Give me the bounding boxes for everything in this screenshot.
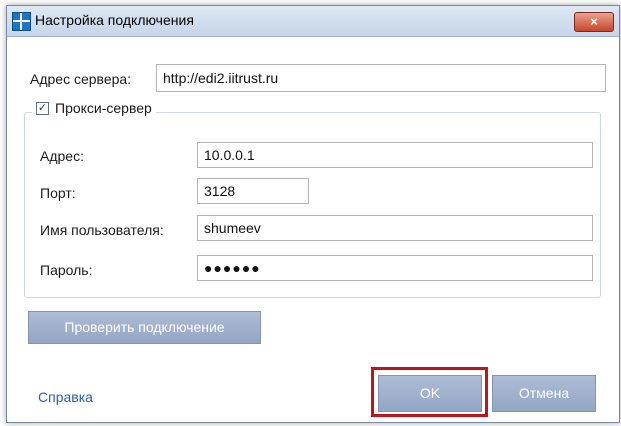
proxy-checkbox-label: Прокси-сервер — [55, 100, 152, 116]
server-address-input[interactable]: http://edi2.iitrust.ru — [156, 64, 606, 92]
proxy-port-input[interactable]: 3128 — [197, 178, 309, 204]
password-label: Пароль: — [40, 262, 93, 278]
close-button[interactable]: × — [574, 12, 614, 32]
proxy-address-input[interactable]: 10.0.0.1 — [197, 142, 593, 168]
password-input[interactable]: ●●●●●● — [197, 255, 593, 281]
username-input[interactable]: shumeev — [197, 215, 593, 241]
cancel-button[interactable]: Отмена — [492, 375, 596, 412]
ok-button[interactable]: OK — [378, 375, 482, 412]
proxy-port-label: Порт: — [40, 185, 76, 201]
username-label: Имя пользователя: — [40, 222, 164, 238]
app-grid-icon — [12, 12, 31, 31]
proxy-checkbox[interactable]: ✓ — [36, 101, 49, 115]
close-icon: × — [590, 14, 598, 29]
check-connection-button[interactable]: Проверить подключение — [28, 311, 261, 344]
dialog-title: Настройка подключения — [35, 12, 194, 28]
help-link[interactable]: Справка — [38, 389, 93, 405]
proxy-address-label: Адрес: — [40, 148, 84, 164]
server-address-label: Адрес сервера: — [30, 71, 132, 87]
title-bar: Настройка подключения × — [7, 6, 619, 37]
proxy-checkbox-row[interactable]: ✓ Прокси-сервер — [32, 100, 156, 116]
